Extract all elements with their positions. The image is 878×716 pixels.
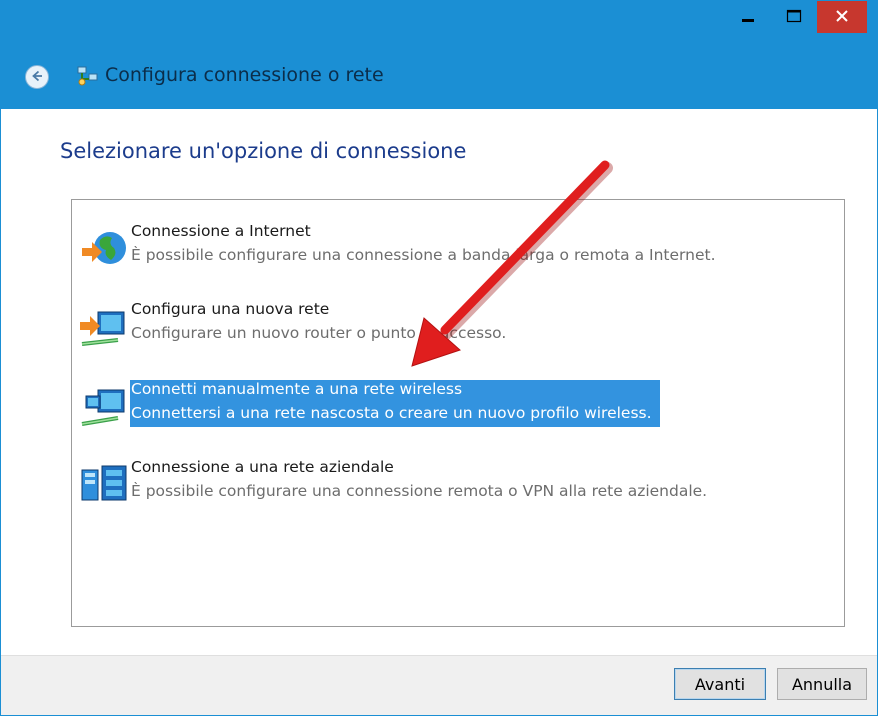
back-button[interactable] bbox=[25, 65, 49, 89]
window-title: Configura connessione o rete bbox=[105, 64, 384, 86]
maximize-button[interactable] bbox=[771, 1, 817, 33]
close-button[interactable] bbox=[817, 1, 867, 33]
wizard-footer: Avanti Annulla bbox=[1, 655, 877, 715]
cancel-button[interactable]: Annulla bbox=[777, 668, 867, 700]
option-description: Connettersi a una rete nascosta o creare… bbox=[131, 404, 652, 422]
minimize-icon bbox=[741, 8, 755, 27]
minimize-button[interactable] bbox=[725, 1, 771, 33]
option-title: Configura una nuova rete bbox=[131, 300, 330, 318]
wireless-network-icon bbox=[78, 384, 130, 430]
setup-window: Configura connessione o rete Selezionare… bbox=[0, 0, 878, 716]
option-manual-wireless[interactable]: Connetti manualmente a una rete wireless… bbox=[76, 380, 816, 432]
next-button[interactable]: Avanti bbox=[674, 668, 766, 700]
option-internet-connection[interactable]: Connessione a Internet È possibile confi… bbox=[76, 222, 816, 274]
wizard-content: Selezionare un'opzione di connessione Co… bbox=[1, 109, 877, 639]
network-setup-icon bbox=[77, 65, 99, 87]
title-bar[interactable] bbox=[1, 1, 877, 43]
option-title: Connetti manualmente a una rete wireless bbox=[131, 380, 463, 398]
back-arrow-icon bbox=[30, 68, 44, 87]
close-icon bbox=[835, 8, 849, 27]
globe-network-icon bbox=[78, 226, 130, 272]
option-new-network[interactable]: Configura una nuova rete Configurare un … bbox=[76, 300, 816, 352]
page-heading: Selezionare un'opzione di connessione bbox=[60, 139, 467, 163]
option-workplace-network[interactable]: Connessione a una rete aziendale È possi… bbox=[76, 458, 816, 510]
router-setup-icon bbox=[78, 304, 130, 350]
wizard-header: Configura connessione o rete bbox=[1, 43, 877, 109]
maximize-icon bbox=[786, 8, 802, 27]
option-description: È possibile configurare una connessione … bbox=[131, 482, 708, 500]
option-title: Connessione a Internet bbox=[131, 222, 311, 240]
option-description: Configurare un nuovo router o punto di a… bbox=[131, 324, 507, 342]
connection-options-list[interactable]: Connessione a Internet È possibile confi… bbox=[71, 199, 845, 627]
workplace-network-icon bbox=[78, 462, 130, 508]
option-title: Connessione a una rete aziendale bbox=[131, 458, 394, 476]
option-description: È possibile configurare una connessione … bbox=[131, 246, 716, 264]
